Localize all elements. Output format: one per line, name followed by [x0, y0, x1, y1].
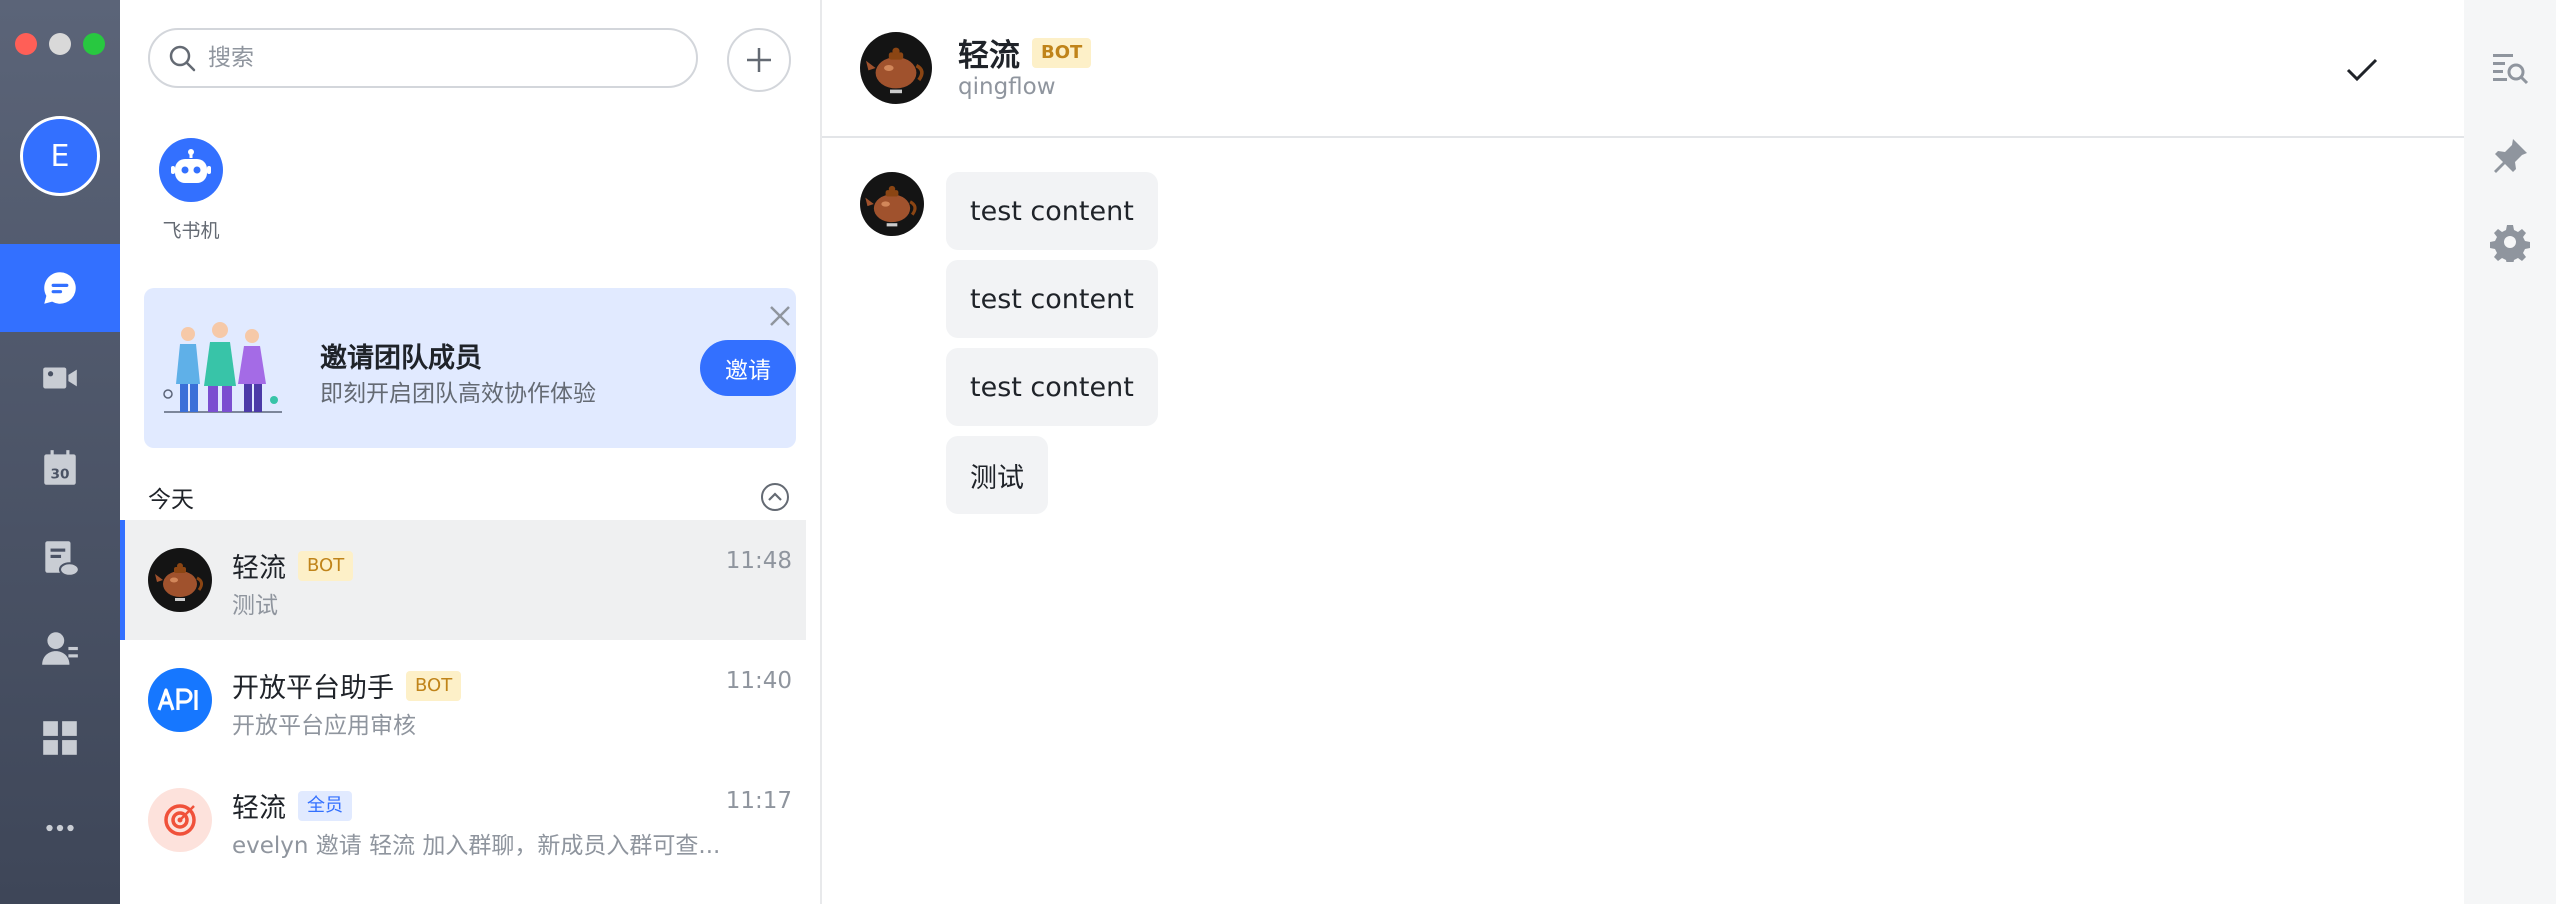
- section-header-today: 今天: [148, 487, 194, 513]
- api-avatar: [148, 668, 212, 732]
- search-icon: [169, 45, 196, 72]
- user-avatar[interactable]: E: [20, 116, 100, 196]
- chat-row-qingliu-bot[interactable]: 轻流 BOT 测试 11:48: [120, 520, 806, 640]
- chat-bubble-icon: [44, 272, 76, 304]
- rail-item-docs[interactable]: [0, 514, 120, 602]
- chat-list-panel: 飞书机 邀请团队成员 即刻开启团队高效协作体验 邀请 今天: [120, 0, 822, 904]
- teapot-icon: [866, 47, 924, 94]
- rail-item-contacts[interactable]: [0, 604, 120, 692]
- close-icon[interactable]: [766, 302, 794, 330]
- bot-avatar: [159, 138, 223, 202]
- chat-preview: 测试: [232, 593, 278, 619]
- invite-banner: 邀请团队成员 即刻开启团队高效协作体验 邀请: [144, 288, 796, 448]
- video-camera-icon: [43, 367, 77, 389]
- chat-name-text: 轻流: [232, 553, 286, 584]
- chat-name: 轻流 全员: [232, 786, 352, 825]
- check-icon[interactable]: [2342, 50, 2382, 90]
- invite-banner-title: 邀请团队成员: [320, 343, 482, 374]
- bot-tag: BOT: [1032, 37, 1092, 68]
- team-illustration: [163, 322, 282, 413]
- user-avatar-initial: E: [50, 138, 70, 174]
- conversation-title-text: 轻流: [958, 38, 1020, 74]
- more-dots-icon: [46, 824, 74, 832]
- right-tool-rail: [2464, 0, 2556, 904]
- left-nav-rail: E 30: [0, 0, 120, 904]
- all-members-tag: 全员: [298, 790, 352, 821]
- bot-tag: BOT: [298, 550, 354, 581]
- rail-item-messages[interactable]: [0, 244, 120, 332]
- message-bubble[interactable]: test content: [946, 348, 1158, 426]
- search-box[interactable]: [148, 28, 698, 88]
- chat-preview: 开放平台应用审核: [232, 713, 416, 739]
- conversation-header: 轻流 BOT qingflow: [822, 0, 2464, 138]
- rail-item-workplace[interactable]: [0, 694, 120, 782]
- chat-time: 11:40: [725, 668, 792, 694]
- pinned-chat-feishu-bot[interactable]: 飞书机: [146, 138, 236, 243]
- message-bubble[interactable]: test content: [946, 172, 1158, 250]
- conversation-pane: 轻流 BOT qingflow test content test conten…: [822, 0, 2464, 904]
- invite-banner-subtitle: 即刻开启团队高效协作体验: [320, 381, 596, 407]
- plus-icon: [747, 48, 771, 72]
- chat-name: 开放平台助手 BOT: [232, 666, 462, 705]
- chat-row-qingliu-group[interactable]: 轻流 全员 evelyn 邀请 轻流 加入群聊，新成员入群可查... 11:17: [120, 760, 806, 880]
- window-minimize-button[interactable]: [49, 33, 71, 55]
- teapot-avatar: [148, 548, 212, 612]
- teapot-icon: [865, 185, 917, 227]
- conversation-title: 轻流 BOT: [958, 30, 1092, 75]
- target-icon: [164, 804, 196, 836]
- window-close-button[interactable]: [15, 33, 37, 55]
- pinned-chat-label: 飞书机: [162, 220, 220, 242]
- calendar-icon: 30: [44, 450, 76, 485]
- collapse-section-icon[interactable]: [760, 482, 790, 512]
- chat-name: 轻流 BOT: [232, 546, 354, 585]
- chat-time: 11:17: [725, 788, 792, 814]
- chat-row-open-platform-assistant[interactable]: 开放平台助手 BOT 开放平台应用审核 11:40: [120, 640, 806, 760]
- gear-icon[interactable]: [2490, 222, 2530, 262]
- search-history-icon[interactable]: [2490, 48, 2530, 88]
- bot-tag: BOT: [406, 670, 462, 701]
- calendar-day-number: 30: [51, 467, 70, 483]
- message-sender-avatar[interactable]: [860, 172, 924, 236]
- pin-icon[interactable]: [2490, 136, 2530, 176]
- target-avatar: [148, 788, 212, 852]
- rail-item-calendar[interactable]: 30: [0, 424, 120, 512]
- window-maximize-button[interactable]: [83, 33, 105, 55]
- chat-time: 11:48: [725, 548, 792, 574]
- message-bubble[interactable]: test content: [946, 260, 1158, 338]
- conversation-subtitle: qingflow: [958, 74, 1056, 100]
- add-button[interactable]: [727, 28, 791, 92]
- chat-name-text: 轻流: [232, 793, 286, 824]
- rail-item-meetings[interactable]: [0, 334, 120, 422]
- chat-preview: evelyn 邀请 轻流 加入群聊，新成员入群可查...: [232, 833, 721, 859]
- chat-name-text: 开放平台助手: [232, 673, 394, 704]
- invite-button[interactable]: 邀请: [700, 340, 796, 396]
- apps-grid-icon: [43, 721, 77, 755]
- robot-icon: [171, 149, 211, 183]
- rail-item-more[interactable]: [0, 784, 120, 872]
- conversation-avatar[interactable]: [860, 32, 932, 104]
- api-logo-icon: [157, 688, 198, 711]
- contacts-icon: [42, 632, 78, 665]
- search-input[interactable]: [206, 44, 650, 72]
- cloud-docs-icon: [45, 541, 80, 577]
- teapot-icon: [155, 563, 204, 601]
- message-bubble[interactable]: 测试: [946, 436, 1048, 514]
